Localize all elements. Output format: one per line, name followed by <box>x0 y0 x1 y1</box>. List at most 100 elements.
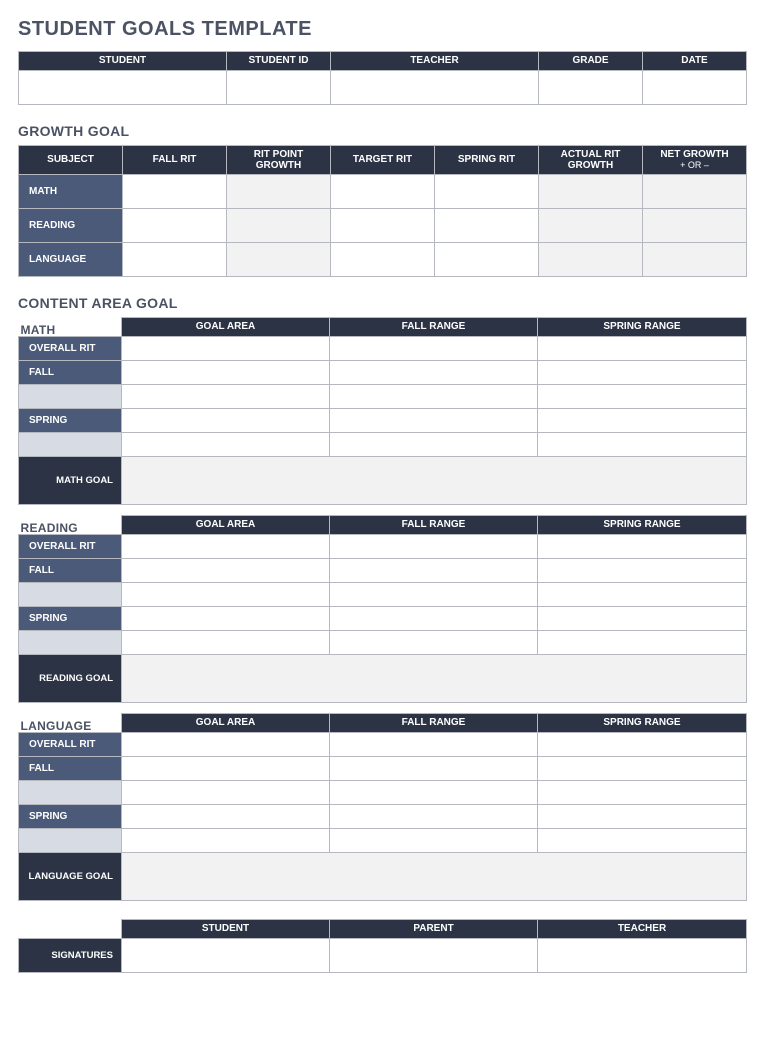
growth-math-actualritgrowth[interactable] <box>539 175 643 209</box>
content-reading-goal[interactable] <box>122 655 747 703</box>
content-math-fall2-label[interactable] <box>19 385 122 409</box>
content-math-goal-label: MATH GOAL <box>19 457 122 505</box>
content-language: LANGUAGE GOAL AREA FALL RANGE SPRING RAN… <box>18 713 748 901</box>
content-language-spring2-label[interactable] <box>19 829 122 853</box>
growth-goal-title: GROWTH GOAL <box>18 123 748 139</box>
content-reading-spring2-fall[interactable] <box>330 631 538 655</box>
content-language-goal[interactable] <box>122 853 747 901</box>
content-language-spring1-goal[interactable] <box>122 805 330 829</box>
content-reading-spring2-goal[interactable] <box>122 631 330 655</box>
content-reading-overallrit-fall[interactable] <box>330 535 538 559</box>
content-math-overallrit-spring[interactable] <box>538 337 747 361</box>
content-language-overallrit-fall[interactable] <box>330 733 538 757</box>
content-math-fall1-fall[interactable] <box>330 361 538 385</box>
growth-goal-table: SUBJECT FALL RIT RIT POINT GROWTH TARGET… <box>18 145 747 277</box>
content-language-spring2-spring[interactable] <box>538 829 747 853</box>
content-reading-fall2-spring[interactable] <box>538 583 747 607</box>
info-teacher[interactable] <box>331 71 539 105</box>
content-reading-fall1-spring[interactable] <box>538 559 747 583</box>
content-math-fall2-spring[interactable] <box>538 385 747 409</box>
signature-teacher[interactable] <box>538 939 747 973</box>
growth-language-ritpointgrowth[interactable] <box>227 243 331 277</box>
growth-reading-actualritgrowth[interactable] <box>539 209 643 243</box>
content-language-spring2-fall[interactable] <box>330 829 538 853</box>
growth-language-netgrowth[interactable] <box>643 243 747 277</box>
content-language-fall2-label[interactable] <box>19 781 122 805</box>
content-reading-fall2-goal[interactable] <box>122 583 330 607</box>
growth-language-fallrit[interactable] <box>123 243 227 277</box>
content-language-spring1-fall[interactable] <box>330 805 538 829</box>
growth-reading-ritpointgrowth[interactable] <box>227 209 331 243</box>
content-reading-spring1-goal[interactable] <box>122 607 330 631</box>
content-reading-fall2-fall[interactable] <box>330 583 538 607</box>
content-reading-spring1-spring[interactable] <box>538 607 747 631</box>
content-reading-overallrit-goal[interactable] <box>122 535 330 559</box>
content-language-fall2-spring[interactable] <box>538 781 747 805</box>
content-math-overallrit-fall[interactable] <box>330 337 538 361</box>
content-math-spring2-spring[interactable] <box>538 433 747 457</box>
growth-reading-springrit[interactable] <box>435 209 539 243</box>
content-math-fall2-fall[interactable] <box>330 385 538 409</box>
content-language-overallrit-spring[interactable] <box>538 733 747 757</box>
growth-math-springrit[interactable] <box>435 175 539 209</box>
content-header-fallrange: FALL RANGE <box>330 516 538 535</box>
content-language-fall1-spring[interactable] <box>538 757 747 781</box>
growth-language-springrit[interactable] <box>435 243 539 277</box>
info-header-student: STUDENT <box>19 52 227 71</box>
info-date[interactable] <box>643 71 747 105</box>
content-language-fall1-goal[interactable] <box>122 757 330 781</box>
content-math: MATH GOAL AREA FALL RANGE SPRING RANGE O… <box>18 317 748 505</box>
content-header-fallrange: FALL RANGE <box>330 318 538 337</box>
content-math-spring1-spring[interactable] <box>538 409 747 433</box>
content-reading-overallrit-label: OVERALL RIT <box>19 535 122 559</box>
content-header-springrange: SPRING RANGE <box>538 516 747 535</box>
content-math-spring1-fall[interactable] <box>330 409 538 433</box>
content-math-overallrit-goal[interactable] <box>122 337 330 361</box>
growth-reading-fallrit[interactable] <box>123 209 227 243</box>
growth-label-math: MATH <box>19 175 123 209</box>
growth-math-fallrit[interactable] <box>123 175 227 209</box>
content-math-spring2-fall[interactable] <box>330 433 538 457</box>
content-language-spring1-spring[interactable] <box>538 805 747 829</box>
growth-language-targetrit[interactable] <box>331 243 435 277</box>
growth-math-targetrit[interactable] <box>331 175 435 209</box>
content-math-fall1-goal[interactable] <box>122 361 330 385</box>
content-reading-goal-label: READING GOAL <box>19 655 122 703</box>
content-language-fall2-goal[interactable] <box>122 781 330 805</box>
content-math-fall1-spring[interactable] <box>538 361 747 385</box>
content-reading-spring2-spring[interactable] <box>538 631 747 655</box>
content-language-fall1-fall[interactable] <box>330 757 538 781</box>
page-title: STUDENT GOALS TEMPLATE <box>18 18 748 41</box>
growth-reading-netgrowth[interactable] <box>643 209 747 243</box>
growth-label-reading: READING <box>19 209 123 243</box>
content-math-goal[interactable] <box>122 457 747 505</box>
growth-math-ritpointgrowth[interactable] <box>227 175 331 209</box>
content-reading-fall1-fall[interactable] <box>330 559 538 583</box>
growth-math-netgrowth[interactable] <box>643 175 747 209</box>
content-language-overallrit-goal[interactable] <box>122 733 330 757</box>
info-studentid[interactable] <box>227 71 331 105</box>
signature-parent[interactable] <box>330 939 538 973</box>
info-student[interactable] <box>19 71 227 105</box>
content-language-fall-label: FALL <box>19 757 122 781</box>
content-reading-spring2-label[interactable] <box>19 631 122 655</box>
info-grade[interactable] <box>539 71 643 105</box>
signature-student[interactable] <box>122 939 330 973</box>
content-reading-fall1-goal[interactable] <box>122 559 330 583</box>
content-math-fall2-goal[interactable] <box>122 385 330 409</box>
growth-reading-targetrit[interactable] <box>331 209 435 243</box>
content-reading-overallrit-spring[interactable] <box>538 535 747 559</box>
content-reading-fall2-label[interactable] <box>19 583 122 607</box>
content-language-fall2-fall[interactable] <box>330 781 538 805</box>
content-math-spring2-label[interactable] <box>19 433 122 457</box>
content-language-spring2-goal[interactable] <box>122 829 330 853</box>
content-math-spring2-goal[interactable] <box>122 433 330 457</box>
growth-row-reading: READING <box>19 209 747 243</box>
content-language-overallrit-label: OVERALL RIT <box>19 733 122 757</box>
growth-language-actualritgrowth[interactable] <box>539 243 643 277</box>
content-reading-spring1-fall[interactable] <box>330 607 538 631</box>
content-math-spring1-goal[interactable] <box>122 409 330 433</box>
content-math-title: MATH <box>19 318 122 336</box>
growth-header-netgrowth-main: NET GROWTH <box>660 149 728 160</box>
growth-header-actualritgrowth: ACTUAL RIT GROWTH <box>539 146 643 175</box>
